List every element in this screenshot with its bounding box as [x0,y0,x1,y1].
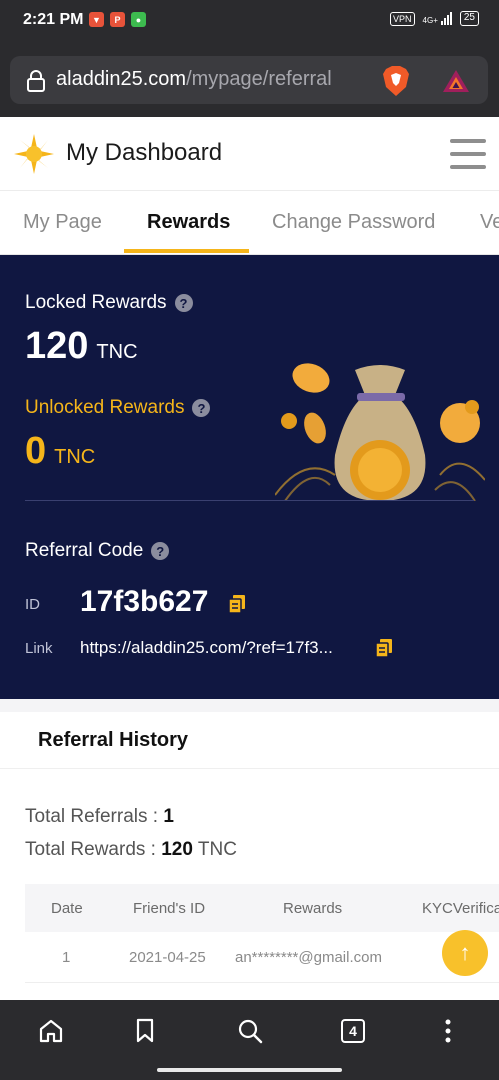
status-notification-icons: ▼ P ● [89,12,146,27]
column-header-friend-id: Friend's ID [133,900,206,917]
copy-id-icon[interactable] [228,594,246,614]
scroll-to-top-button[interactable]: ↑ [442,930,488,976]
home-icon [39,1019,63,1043]
tab-verification[interactable]: Ve [480,211,499,234]
row-index: 1 [62,949,71,966]
column-header-date: Date [51,900,83,917]
home-button[interactable] [36,1016,66,1046]
referral-history-card: Referral History Total Referrals : 1 Tot… [0,712,499,1002]
locked-rewards-value: 120 [25,325,89,367]
history-table-header: Date Friend's ID Rewards KYCVerifica [25,884,499,932]
total-rewards-value: 120 [161,839,193,860]
browser-address-bar: aladdin25.com/mypage/referral [0,42,499,117]
row-date: 2021-04-25 [129,949,206,966]
gesture-home-indicator[interactable] [157,1068,342,1072]
search-button[interactable] [235,1016,265,1046]
total-rewards: Total Rewards : 120 TNC [25,839,237,861]
brave-shields-icon[interactable] [382,65,410,97]
locked-rewards-amount: 120 TNC [25,325,138,368]
column-header-rewards: Rewards [283,900,343,917]
url-field[interactable]: aladdin25.com/mypage/referral [10,56,488,104]
sun-logo-icon[interactable] [14,134,54,174]
site-header: My Dashboard [0,117,499,191]
menu-icon[interactable] [450,139,486,169]
total-rewards-unit: TNC [192,839,237,860]
unlocked-rewards-amount: 0 TNC [25,430,95,473]
tab-change-password[interactable]: Change Password [272,211,435,234]
battery-icon: 25 [459,11,479,26]
locked-rewards-label: Locked Rewards ? [25,292,193,314]
status-bar: 2:21 PM ▼ P ● VPN 4G+ 25 [0,0,499,42]
history-divider [0,768,499,769]
bat-rewards-icon[interactable] [442,69,470,93]
pinterest-notification-icon: P [110,12,125,27]
bookmark-icon [136,1018,154,1043]
link-label: Link [25,640,53,657]
referral-link-value: https://aladdin25.com/?ref=17f3... [80,638,333,657]
browser-toolbar: 4 [0,1000,499,1080]
url-text: aladdin25.com/mypage/referral [56,68,332,91]
url-path: /mypage/referral [186,68,332,90]
rewards-divider [25,500,474,501]
total-referrals: Total Referrals : 1 [25,806,174,828]
battery-level: 25 [463,12,475,23]
vpn-badge: VPN [390,11,415,26]
row-divider [25,982,499,983]
locked-rewards-text: Locked Rewards [25,292,167,313]
total-referrals-value: 1 [163,806,174,827]
page-title: My Dashboard [66,139,223,166]
signal-icon: 4G+ [423,12,452,25]
row-friend-id: an********@gmail.com [235,949,382,966]
unlocked-rewards-label: Unlocked Rewards ? [25,397,211,419]
column-header-kyc: KYCVerifica [422,900,499,917]
locked-rewards-unit: TNC [96,341,138,363]
dashboard-tabs: My Page Rewards Change Password Ve [0,191,499,255]
more-vertical-icon [445,1019,451,1043]
help-icon[interactable]: ? [174,294,193,312]
money-bag-illustration [275,363,485,501]
tabs-button[interactable]: 4 [338,1016,368,1046]
unlocked-rewards-value: 0 [25,430,47,472]
referral-code-text: Referral Code [25,540,144,561]
tab-count: 4 [341,1019,365,1043]
copy-link-icon[interactable] [375,638,393,658]
network-type: 4G+ [422,16,438,25]
active-tab-indicator [124,249,249,253]
referral-id-value: 17f3b627 [80,585,209,618]
url-domain: aladdin25.com [56,68,187,90]
total-rewards-label: Total Rewards : [25,839,162,860]
status-indicators: VPN 4G+ 25 [390,11,479,26]
status-time: 2:21 PM [23,11,84,28]
help-icon[interactable]: ? [151,542,170,560]
unlocked-rewards-unit: TNC [54,446,96,468]
total-referrals-label: Total Referrals : [25,806,164,827]
brave-notification-icon: ▼ [89,12,104,27]
green-app-notification-icon: ● [131,12,146,27]
unlocked-rewards-text: Unlocked Rewards [25,397,185,418]
help-icon[interactable]: ? [192,399,211,417]
lock-icon [27,70,45,92]
rewards-panel: Locked Rewards ? 120 TNC Unlocked Reward… [0,255,499,699]
arrow-up-icon: ↑ [459,940,471,965]
bookmark-button[interactable] [130,1016,160,1046]
referral-history-title: Referral History [38,729,189,751]
more-options-button[interactable] [433,1016,463,1046]
referral-code-label: Referral Code ? [25,540,170,562]
search-icon [238,1019,263,1044]
tab-rewards[interactable]: Rewards [147,211,230,234]
tab-my-page[interactable]: My Page [23,211,102,234]
id-label: ID [25,596,40,613]
